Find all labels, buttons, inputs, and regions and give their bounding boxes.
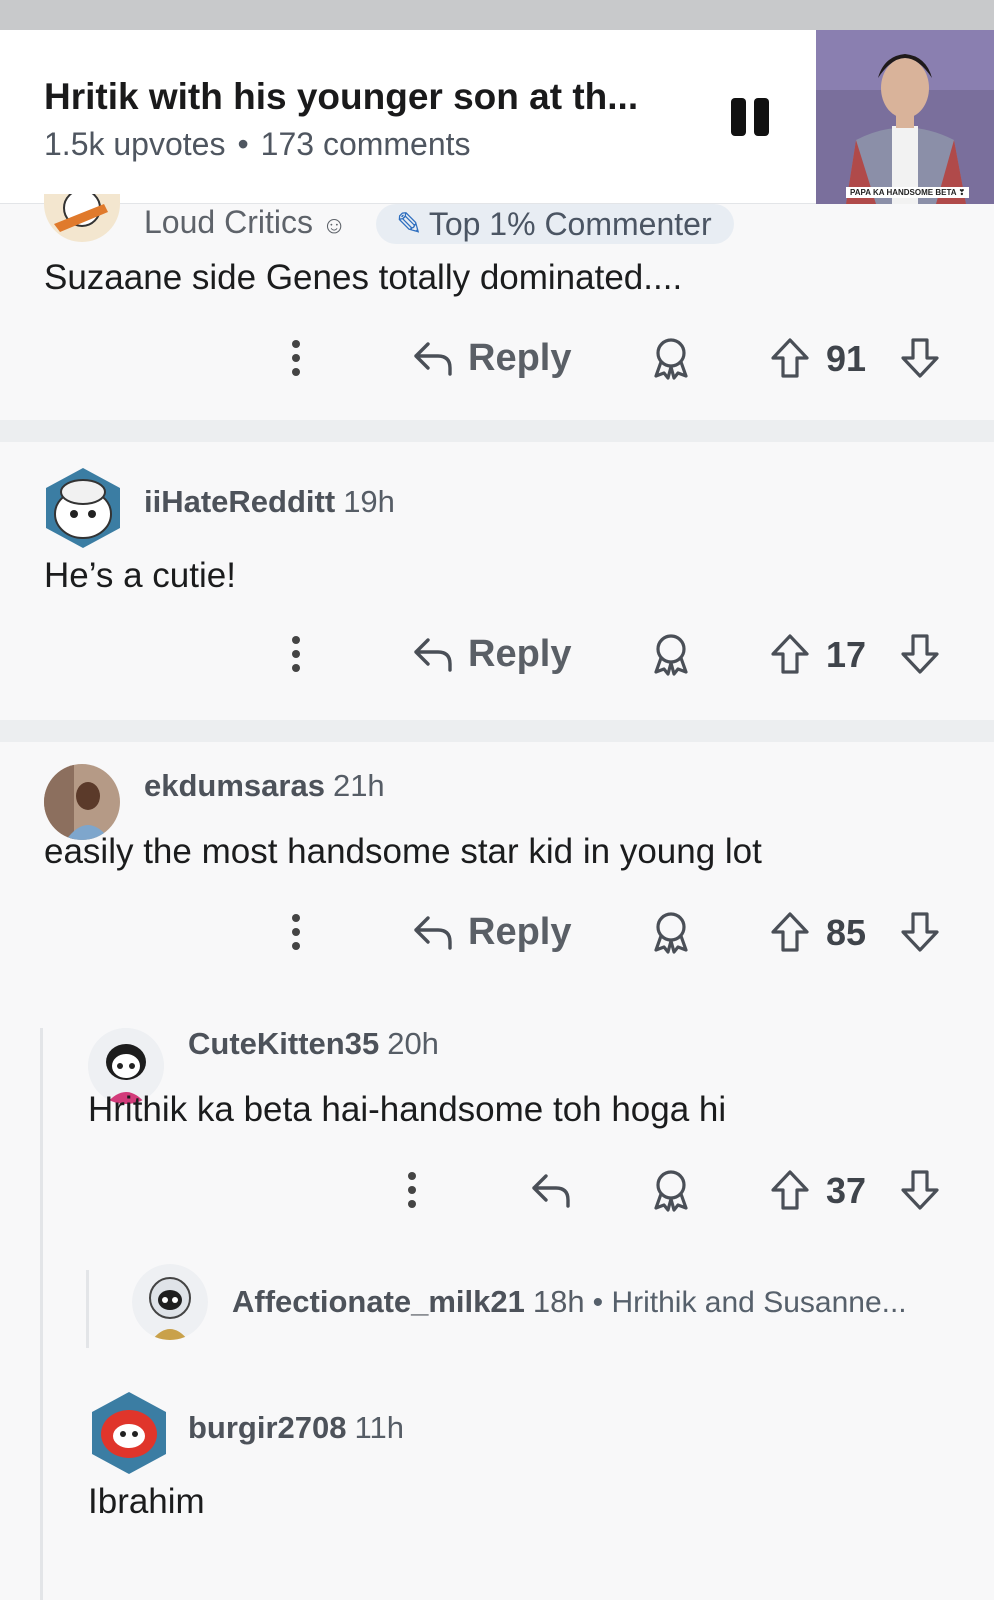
comment-body: He’s a cutie!	[44, 556, 236, 595]
downvote-icon[interactable]	[900, 908, 940, 956]
comment-body: easily the most handsome star kid in you…	[44, 832, 762, 871]
comment-time: 11h	[354, 1410, 404, 1445]
comment-time: 19h	[343, 484, 395, 519]
reply-icon	[414, 638, 452, 672]
comment-time: 21h	[332, 768, 385, 803]
upvote-count: 1.5k upvotes	[44, 126, 226, 162]
top-commenter-badge: ✎ Top 1% Commenter	[376, 204, 734, 244]
comment-body: Suzaane side Genes totally dominated....	[44, 258, 683, 297]
comment-username[interactable]: Loud Critics ☺	[144, 204, 346, 241]
upvote-icon[interactable]	[770, 908, 810, 956]
upvote-icon[interactable]	[770, 1166, 810, 1214]
snoo-icon: ☺	[321, 212, 347, 239]
award-icon[interactable]	[650, 630, 692, 678]
thread-line[interactable]	[86, 1270, 89, 1348]
comment-actions: 37	[0, 1166, 994, 1214]
reply-button[interactable]: Reply	[412, 908, 571, 956]
comment-username[interactable]: ekdumsaras 21h	[144, 768, 385, 804]
comment-time: 18h	[532, 1284, 585, 1319]
award-icon[interactable]	[650, 1166, 692, 1214]
downvote-icon[interactable]	[900, 334, 940, 382]
reply-label: Reply	[468, 910, 572, 953]
upvote-icon[interactable]	[770, 334, 810, 382]
award-icon[interactable]	[650, 908, 692, 956]
avatar[interactable]	[44, 764, 120, 840]
reply-icon	[414, 916, 452, 950]
vote-score: 37	[826, 1170, 867, 1211]
comment-actions: Reply 17	[0, 630, 994, 678]
post-title[interactable]: Hritik with his younger son at th...	[44, 76, 638, 118]
comment-separator	[0, 720, 994, 742]
comment-separator	[0, 420, 994, 442]
reply-icon	[414, 342, 452, 376]
comment-actions: Reply 91	[0, 334, 994, 382]
reply-button[interactable]: Reply	[412, 630, 571, 678]
avatar[interactable]	[86, 1388, 172, 1478]
reply-icon[interactable]	[530, 1166, 572, 1214]
reply-label: Reply	[468, 336, 572, 379]
status-strip	[0, 0, 994, 30]
upvote-icon[interactable]	[770, 630, 810, 678]
post-thumbnail[interactable]: PAPA KA HANDSOME BETA ❣	[816, 30, 994, 204]
comment-body: Hrithik ka beta hai-handsome toh hoga hi	[88, 1090, 727, 1129]
more-icon[interactable]	[290, 908, 302, 956]
avatar[interactable]	[40, 464, 126, 550]
avatar[interactable]	[44, 194, 120, 242]
avatar[interactable]	[132, 1264, 208, 1340]
award-icon[interactable]	[650, 334, 692, 382]
reply-button[interactable]: Reply	[412, 334, 571, 382]
more-icon[interactable]	[290, 334, 302, 382]
vote-score: 91	[826, 338, 867, 379]
thumbnail-caption: PAPA KA HANDSOME BETA ❣	[846, 187, 970, 198]
comment-username[interactable]: Affectionate_milk21 18h • Hrithik and Susa…	[232, 1284, 907, 1320]
vote-score: 17	[826, 634, 867, 675]
more-icon[interactable]	[290, 630, 302, 678]
badge-icon: ✎	[396, 206, 423, 242]
downvote-icon[interactable]	[900, 630, 940, 678]
comment-username[interactable]: iiHateRedditt 19h	[144, 484, 395, 520]
pause-icon[interactable]	[731, 98, 771, 136]
comment-count: 173 comments	[260, 126, 471, 162]
post-meta: 1.5k upvotes • 173 comments	[44, 126, 471, 163]
comment-username[interactable]: CuteKitten35 20h	[188, 1026, 439, 1062]
comment-time: 20h	[387, 1026, 439, 1061]
comment-body: Ibrahim	[88, 1482, 205, 1521]
comment-card: iiHateRedditt 19h He’s a cutie! Reply 17	[0, 442, 994, 720]
downvote-icon[interactable]	[900, 1166, 940, 1214]
more-icon[interactable]	[406, 1166, 418, 1214]
comment-thread: ekdumsaras 21h easily the most handsome s…	[0, 742, 994, 1600]
reply-label: Reply	[468, 632, 572, 675]
comment-card: Loud Critics ☺ ✎ Top 1% Commenter Suzaan…	[0, 194, 994, 420]
thread-line[interactable]	[40, 1028, 43, 1600]
comment-username[interactable]: burgir2708 11h	[188, 1410, 404, 1446]
comment-actions: Reply 85	[0, 908, 994, 956]
vote-score: 85	[826, 912, 867, 953]
collapsed-snippet[interactable]: • Hrithik and Susanne...	[593, 1286, 907, 1319]
meta-separator: •	[237, 126, 249, 162]
